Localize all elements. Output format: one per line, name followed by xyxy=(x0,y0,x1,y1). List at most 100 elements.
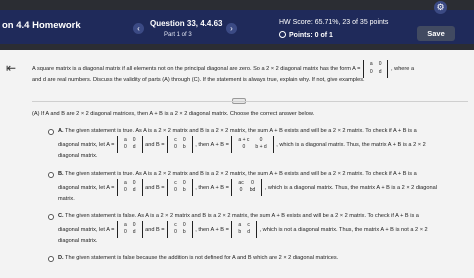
matrix-cell: 0 xyxy=(174,229,177,236)
option-a[interactable]: A. The given statement is true. As A is … xyxy=(48,128,468,161)
option-letter: A. xyxy=(58,128,64,134)
option-line-3: diagonal matrix. xyxy=(58,238,98,245)
matrix-a: a00d xyxy=(117,178,143,197)
matrix-cell: b xyxy=(238,229,242,236)
option-matrix-line: diagonal matrix, let A = a00d and B = c0… xyxy=(58,135,468,154)
option-line: The given statement is false. As A is a … xyxy=(65,213,419,219)
option-matrix-line: diagonal matrix, let A = a00d and B = c0… xyxy=(58,220,468,239)
matrix-cell: b xyxy=(182,187,186,194)
matrix-cell: b xyxy=(182,229,186,236)
matrix-cell: c xyxy=(174,136,177,143)
matrix-cell: d xyxy=(247,229,250,236)
radio-option-b[interactable] xyxy=(48,172,54,178)
prompt-line-2: and d are real numbers. Discuss the vali… xyxy=(32,77,365,83)
option-line: The given statement is false because the… xyxy=(65,255,339,261)
matrix-cell: bd xyxy=(249,187,256,194)
matrix-a: a00d xyxy=(117,220,143,239)
matrix-b: c00b xyxy=(167,220,193,239)
option-text: and B = xyxy=(145,226,165,233)
matrix-cell: a xyxy=(124,221,127,228)
matrix-cell: 0 xyxy=(174,187,177,194)
matrix-cell: a xyxy=(238,221,242,228)
question-part: Part 1 of 3 xyxy=(164,32,192,38)
page: on 4.4 Homework ‹ Question 33, 4.4.63 Pa… xyxy=(0,0,474,278)
progress-ring-icon xyxy=(279,31,286,38)
option-text: , which is a diagonal matrix. Thus, the … xyxy=(264,184,437,191)
matrix-cell: b + d xyxy=(255,144,267,151)
option-line: The given statement is true. As A is a 2… xyxy=(65,171,417,177)
matrix-sum: acbd xyxy=(231,220,257,239)
option-text: and B = xyxy=(145,141,165,148)
option-text: , then A + B = xyxy=(195,226,229,233)
matrix-b: c00b xyxy=(167,178,193,197)
matrix-sum: a + c00b + d xyxy=(231,135,274,154)
option-d[interactable]: D. The given statement is false because … xyxy=(48,255,468,263)
option-text: diagonal matrix, let A = xyxy=(58,141,115,148)
gear-icon[interactable]: ⚙ xyxy=(434,1,447,14)
matrix-cell: c xyxy=(174,221,177,228)
matrix-cell: 0 xyxy=(242,144,246,151)
option-line-3: diagonal matrix. xyxy=(58,153,98,160)
matrix-sum: ac 0 0 bd xyxy=(231,178,263,197)
matrix-cell: 0 xyxy=(124,229,127,236)
matrix-cell: 0 xyxy=(124,144,127,151)
matrix-cell: 0 xyxy=(174,144,177,151)
matrix-cell: a + c xyxy=(238,136,250,143)
hw-score: HW Score: 65.71%, 23 of 35 points xyxy=(279,19,389,26)
matrix-a: a00d xyxy=(117,135,143,154)
radio-option-c[interactable] xyxy=(48,214,54,220)
matrix-cell: 0 xyxy=(378,61,382,67)
save-button[interactable]: Save xyxy=(417,26,455,41)
prompt-text-end: , where a xyxy=(391,66,415,73)
matrix-cell: 0 xyxy=(124,187,127,194)
matrix-cell: ac xyxy=(238,179,244,186)
matrix-cell: c xyxy=(247,221,250,228)
option-line-3: matrix. xyxy=(58,196,75,203)
points-status: Points: 0 of 1 xyxy=(279,31,333,39)
matrix-cell: 0 xyxy=(182,221,186,228)
matrix-cell: b xyxy=(182,144,186,151)
option-letter: D. xyxy=(58,255,64,261)
option-letter: C. xyxy=(58,213,64,219)
chevron-left-icon[interactable]: ‹ xyxy=(133,23,144,34)
back-arrow-icon[interactable]: ⇤ xyxy=(6,60,16,76)
matrix-b: c00b xyxy=(167,135,193,154)
points-text: Points: 0 of 1 xyxy=(289,32,333,39)
question-text: (A) If A and B are 2 × 2 diagonal matric… xyxy=(32,111,315,117)
option-text: , then A + B = xyxy=(195,184,229,191)
header-bar: on 4.4 Homework ‹ Question 33, 4.4.63 Pa… xyxy=(0,10,474,44)
option-text: , then A + B = xyxy=(195,141,229,148)
matrix-cell: 0 xyxy=(369,68,373,75)
prompt-line-1: A square matrix is a diagonal matrix if … xyxy=(32,60,468,78)
radio-option-d[interactable] xyxy=(48,256,54,262)
question-title: Question 33, 4.4.63 xyxy=(150,19,223,28)
option-letter: B. xyxy=(58,171,64,177)
homework-title: on 4.4 Homework xyxy=(2,20,81,31)
matrix-cell: a xyxy=(124,136,127,143)
option-text: , which is a diagonal matrix. Thus, the … xyxy=(276,141,426,148)
option-c[interactable]: C. The given statement is false. As A is… xyxy=(48,213,468,246)
matrix-cell: d xyxy=(378,68,382,75)
matrix-cell: 0 xyxy=(132,221,136,228)
matrix-cell: 0 xyxy=(182,179,186,186)
matrix-cell: 0 xyxy=(132,179,136,186)
matrix-cell: 0 xyxy=(182,136,186,143)
chevron-right-icon[interactable]: › xyxy=(226,23,237,34)
radio-option-a[interactable] xyxy=(48,129,54,135)
matrix-cell: d xyxy=(132,187,136,194)
matrix-cell: a xyxy=(124,179,127,186)
option-text: diagonal matrix, let A = xyxy=(58,226,115,233)
matrix-cell: c xyxy=(174,179,177,186)
matrix-cell: d xyxy=(132,229,136,236)
question-panel: ⇤ A square matrix is a diagonal matrix i… xyxy=(0,50,474,278)
matrix-cell: 0 xyxy=(132,136,136,143)
option-text: diagonal matrix, let A = xyxy=(58,184,115,191)
option-matrix-line: diagonal matrix, let A = a00d and B = c0… xyxy=(58,178,468,197)
matrix-cell: a xyxy=(369,61,373,67)
option-line: The given statement is true. As A is a 2… xyxy=(65,128,417,134)
option-b[interactable]: B. The given statement is true. As A is … xyxy=(48,171,468,204)
prompt-text: A square matrix is a diagonal matrix if … xyxy=(32,66,361,73)
option-text: , which is not a diagonal matrix. Thus, … xyxy=(259,226,428,233)
matrix-cell: 0 xyxy=(251,179,254,186)
matrix-cell: d xyxy=(132,144,136,151)
